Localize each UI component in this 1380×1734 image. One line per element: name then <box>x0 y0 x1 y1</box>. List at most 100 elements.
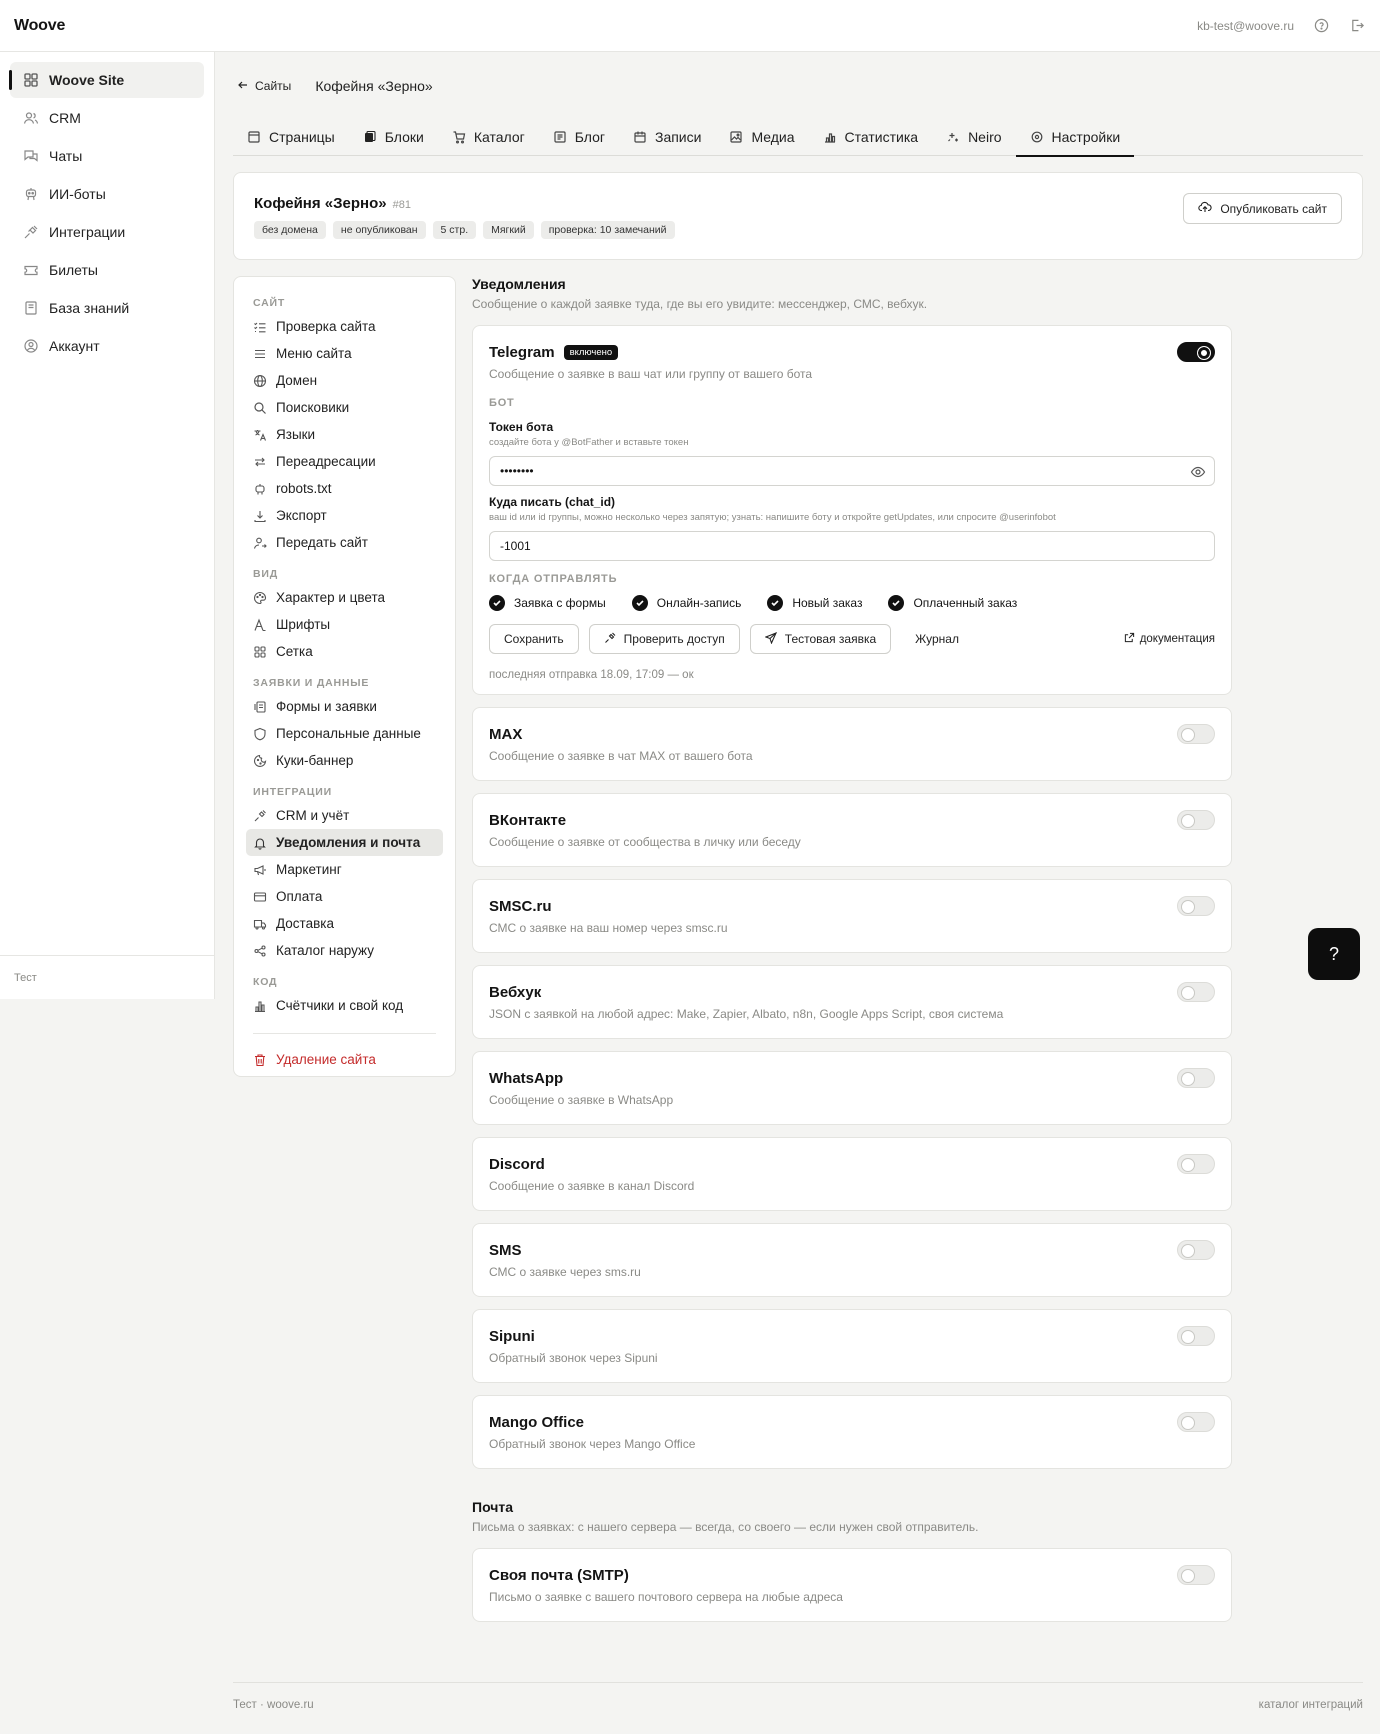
settings-menu: Сайт Проверка сайта Меню сайта Домен Пои… <box>233 276 456 1077</box>
sidebar-item-woove-site[interactable]: Woove Site <box>9 62 204 98</box>
webhook-toggle[interactable] <box>1177 982 1215 1002</box>
sidebar-item-tickets[interactable]: Билеты <box>10 252 204 288</box>
settings-item-notifications[interactable]: Уведомления и почта <box>246 829 443 856</box>
logout-icon[interactable] <box>1348 17 1366 35</box>
tab-settings[interactable]: Настройки <box>1015 118 1135 157</box>
tab-neiro[interactable]: Neiro <box>932 118 1015 156</box>
footer-site-link[interactable]: Тест · woove.ru <box>233 1699 314 1711</box>
help-button[interactable]: ? <box>1308 928 1360 980</box>
chat-icon <box>23 148 39 164</box>
search-icon <box>253 401 267 415</box>
channel-description: Сообщение о заявке в канал Discord <box>489 1179 695 1193</box>
settings-item-label: Языки <box>276 427 316 442</box>
channel-title: Своя почта (SMTP) <box>489 1567 629 1584</box>
integrations-catalog-link[interactable]: каталог интеграций <box>1259 1699 1363 1711</box>
settings-item-external-catalog[interactable]: Каталог наружу <box>246 937 443 964</box>
tab-pages[interactable]: Страницы <box>233 118 349 156</box>
settings-item-export[interactable]: Экспорт <box>246 502 443 529</box>
whatsapp-toggle[interactable] <box>1177 1068 1215 1088</box>
documentation-label: документация <box>1139 633 1215 645</box>
max-toggle[interactable] <box>1177 724 1215 744</box>
settings-item-grid[interactable]: Сетка <box>246 638 443 665</box>
smtp-toggle[interactable] <box>1177 1565 1215 1585</box>
trigger-new-order[interactable]: Новый заказ <box>767 595 862 611</box>
documentation-link[interactable]: документация <box>1124 632 1215 646</box>
notifications-description: Сообщение о каждой заявке туда, где вы е… <box>472 297 928 311</box>
tab-statistics[interactable]: Статистика <box>809 118 933 156</box>
mango-office-toggle[interactable] <box>1177 1412 1215 1432</box>
log-button[interactable]: Журнал <box>901 624 973 654</box>
settings-item-forms[interactable]: Формы и заявки <box>246 693 443 720</box>
vkontakte-toggle[interactable] <box>1177 810 1215 830</box>
settings-item-transfer-site[interactable]: Передать сайт <box>246 529 443 556</box>
sidebar-item-account[interactable]: Аккаунт <box>10 328 204 364</box>
tab-catalog[interactable]: Каталог <box>438 118 539 156</box>
settings-item-payment[interactable]: Оплата <box>246 883 443 910</box>
trigger-online-booking[interactable]: Онлайн-запись <box>631 595 741 611</box>
channel-title: MAX <box>489 726 523 743</box>
settings-item-fonts[interactable]: Шрифты <box>246 611 443 638</box>
status-badge[interactable]: проверка: 10 замечаний <box>540 221 675 239</box>
bot-token-field[interactable]: •••••••• <box>489 456 1215 486</box>
check-icon <box>888 595 905 611</box>
settings-item-delivery[interactable]: Доставка <box>246 910 443 937</box>
status-badge: включено <box>563 345 619 360</box>
tab-label: Каталог <box>473 129 525 145</box>
channel-title: Mango Office <box>489 1414 585 1431</box>
sidebar-item-integrations[interactable]: Интеграции <box>10 214 204 250</box>
settings-item-counters-code[interactable]: Счётчики и свой код <box>246 992 443 1019</box>
test-request-button[interactable]: Тестовая заявка <box>749 624 892 654</box>
sidebar-item-ai-bots[interactable]: ИИ-боты <box>10 176 204 212</box>
check-access-button[interactable]: Проверить доступ <box>588 624 740 654</box>
tab-blog[interactable]: Блог <box>539 118 619 156</box>
save-button[interactable]: Сохранить <box>489 624 579 654</box>
back-link[interactable]: Сайты <box>237 79 291 94</box>
discord-toggle[interactable] <box>1177 1154 1215 1174</box>
settings-item-personal-data[interactable]: Персональные данные <box>246 720 443 747</box>
tab-media[interactable]: Медиа <box>715 118 808 156</box>
trigger-form-request[interactable]: Заявка с формы <box>489 595 606 611</box>
settings-item-domain[interactable]: Домен <box>246 367 443 394</box>
tab-records[interactable]: Записи <box>619 118 715 156</box>
settings-item-label: Формы и заявки <box>276 699 377 714</box>
delete-site-button[interactable]: Удаление сайта <box>246 1046 443 1073</box>
settings-item-cookie-banner[interactable]: Куки-баннер <box>246 747 443 774</box>
chat-id-field[interactable]: -1001 <box>489 531 1215 561</box>
app-logo[interactable]: Woove <box>14 17 65 35</box>
sidebar-item-crm[interactable]: CRM <box>10 100 204 136</box>
settings-item-label: Шрифты <box>276 617 331 632</box>
settings-item-languages[interactable]: Языки <box>246 421 443 448</box>
external-link-icon <box>1124 632 1135 646</box>
trigger-checkboxes: Заявка с формы Онлайн-запись Новый заказ… <box>489 595 1215 611</box>
test-request-label: Тестовая заявка <box>784 632 877 646</box>
tab-blocks[interactable]: Блоки <box>349 118 438 156</box>
channel-title: SMSC.ru <box>489 898 552 915</box>
channel-description: Письмо о заявке с вашего почтового серве… <box>489 1590 843 1604</box>
sidebar-item-chats[interactable]: Чаты <box>10 138 204 174</box>
publish-site-button[interactable]: Опубликовать сайт <box>1183 193 1342 224</box>
palette-icon <box>253 591 267 605</box>
font-icon <box>253 617 267 632</box>
settings-item-site-check[interactable]: Проверка сайта <box>246 313 443 340</box>
sidebar-nav: Woove Site CRM Чаты ИИ-боты Интеграции Б… <box>0 52 214 376</box>
settings-item-redirects[interactable]: Переадресации <box>246 448 443 475</box>
sms-toggle[interactable] <box>1177 1240 1215 1260</box>
settings-item-crm[interactable]: CRM и учёт <box>246 802 443 829</box>
download-icon <box>253 509 267 523</box>
sidebar-item-knowledge-base[interactable]: База знаний <box>10 290 204 326</box>
settings-item-site-menu[interactable]: Меню сайта <box>246 340 443 367</box>
sipuni-toggle[interactable] <box>1177 1326 1215 1346</box>
settings-item-robots[interactable]: robots.txt <box>246 475 443 502</box>
telegram-toggle[interactable] <box>1177 342 1215 362</box>
checklist-icon <box>253 320 267 334</box>
smsc-toggle[interactable] <box>1177 896 1215 916</box>
trigger-paid-order[interactable]: Оплаченный заказ <box>888 595 1017 611</box>
page-footer: Тест · woove.ru каталог интеграций <box>233 1682 1363 1726</box>
settings-item-marketing[interactable]: Маркетинг <box>246 856 443 883</box>
settings-item-label: Сетка <box>276 644 313 659</box>
settings-item-search-engines[interactable]: Поисковики <box>246 394 443 421</box>
eye-icon[interactable] <box>1190 464 1206 480</box>
settings-item-character-colors[interactable]: Характер и цвета <box>246 584 443 611</box>
channel-description: Сообщение о заявке в чат MAX от вашего б… <box>489 749 753 763</box>
help-circle-icon[interactable] <box>1312 17 1330 35</box>
